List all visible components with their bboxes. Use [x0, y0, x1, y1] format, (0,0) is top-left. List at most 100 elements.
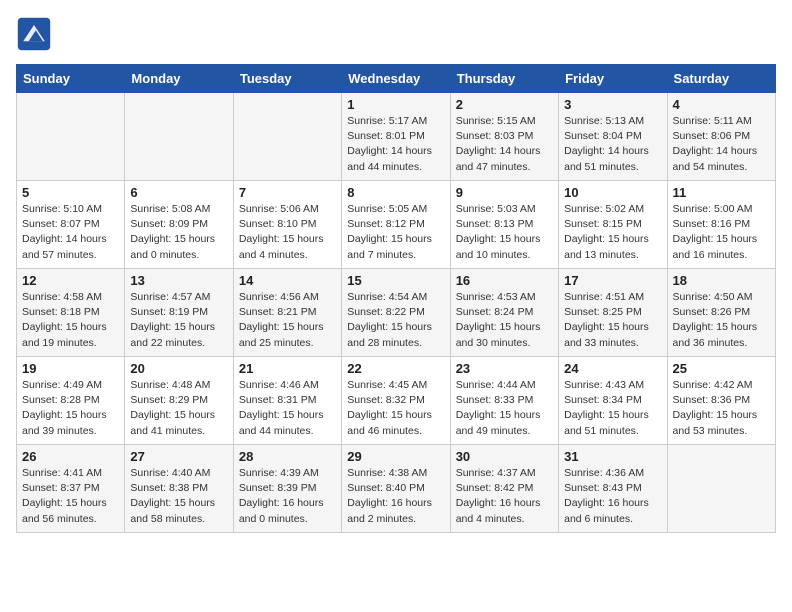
calendar-cell: 24 Sunrise: 4:43 AM Sunset: 8:34 PM Dayli… — [559, 357, 667, 445]
weekday-header: Wednesday — [342, 65, 450, 93]
day-number: 6 — [130, 185, 227, 200]
day-number: 24 — [564, 361, 661, 376]
day-info: Sunrise: 4:48 AM Sunset: 8:29 PM Dayligh… — [130, 378, 227, 439]
day-number: 26 — [22, 449, 119, 464]
calendar-cell: 16 Sunrise: 4:53 AM Sunset: 8:24 PM Dayli… — [450, 269, 558, 357]
day-info: Sunrise: 5:08 AM Sunset: 8:09 PM Dayligh… — [130, 202, 227, 263]
weekday-header: Tuesday — [233, 65, 341, 93]
calendar-cell — [17, 93, 125, 181]
calendar-cell: 10Sunrise: 5:02 AM Sunset: 8:15 PM Dayli… — [559, 181, 667, 269]
day-info: Sunrise: 5:17 AM Sunset: 8:01 PM Dayligh… — [347, 114, 444, 175]
weekday-header: Saturday — [667, 65, 775, 93]
calendar-cell: 17 Sunrise: 4:51 AM Sunset: 8:25 PM Dayli… — [559, 269, 667, 357]
weekday-header: Thursday — [450, 65, 558, 93]
calendar-week-row: 26 Sunrise: 4:41 AM Sunset: 8:37 PM Dayli… — [17, 445, 776, 533]
calendar-cell: 18 Sunrise: 4:50 AM Sunset: 8:26 PM Dayli… — [667, 269, 775, 357]
day-number: 23 — [456, 361, 553, 376]
day-info: Sunrise: 4:43 AM Sunset: 8:34 PM Dayligh… — [564, 378, 661, 439]
day-number: 31 — [564, 449, 661, 464]
day-number: 18 — [673, 273, 770, 288]
calendar-cell: 13 Sunrise: 4:57 AM Sunset: 8:19 PM Dayli… — [125, 269, 233, 357]
day-number: 16 — [456, 273, 553, 288]
day-info: Sunrise: 4:39 AM Sunset: 8:39 PM Dayligh… — [239, 466, 336, 527]
day-number: 21 — [239, 361, 336, 376]
day-info: Sunrise: 5:15 AM Sunset: 8:03 PM Dayligh… — [456, 114, 553, 175]
day-info: Sunrise: 4:42 AM Sunset: 8:36 PM Dayligh… — [673, 378, 770, 439]
day-info: Sunrise: 4:53 AM Sunset: 8:24 PM Dayligh… — [456, 290, 553, 351]
day-number: 9 — [456, 185, 553, 200]
calendar-cell: 27Sunrise: 4:40 AM Sunset: 8:38 PM Dayli… — [125, 445, 233, 533]
calendar-cell: 23 Sunrise: 4:44 AM Sunset: 8:33 PM Dayli… — [450, 357, 558, 445]
day-info: Sunrise: 4:51 AM Sunset: 8:25 PM Dayligh… — [564, 290, 661, 351]
day-number: 14 — [239, 273, 336, 288]
calendar-cell: 5 Sunrise: 5:10 AM Sunset: 8:07 PM Daylig… — [17, 181, 125, 269]
calendar-cell: 25 Sunrise: 4:42 AM Sunset: 8:36 PM Dayli… — [667, 357, 775, 445]
day-number: 11 — [673, 185, 770, 200]
calendar-cell: 28 Sunrise: 4:39 AM Sunset: 8:39 PM Dayli… — [233, 445, 341, 533]
day-number: 22 — [347, 361, 444, 376]
day-info: Sunrise: 4:50 AM Sunset: 8:26 PM Dayligh… — [673, 290, 770, 351]
calendar-week-row: 12 Sunrise: 4:58 AM Sunset: 8:18 PM Dayli… — [17, 269, 776, 357]
calendar-cell: 19Sunrise: 4:49 AM Sunset: 8:28 PM Dayli… — [17, 357, 125, 445]
calendar-cell: 26 Sunrise: 4:41 AM Sunset: 8:37 PM Dayli… — [17, 445, 125, 533]
weekday-header-row: SundayMondayTuesdayWednesdayThursdayFrid… — [17, 65, 776, 93]
calendar-cell: 9Sunrise: 5:03 AM Sunset: 8:13 PM Daylig… — [450, 181, 558, 269]
page-header — [16, 16, 776, 52]
day-number: 20 — [130, 361, 227, 376]
day-number: 4 — [673, 97, 770, 112]
day-info: Sunrise: 5:00 AM Sunset: 8:16 PM Dayligh… — [673, 202, 770, 263]
calendar-cell: 31 Sunrise: 4:36 AM Sunset: 8:43 PM Dayli… — [559, 445, 667, 533]
calendar-cell: 12 Sunrise: 4:58 AM Sunset: 8:18 PM Dayli… — [17, 269, 125, 357]
day-info: Sunrise: 4:41 AM Sunset: 8:37 PM Dayligh… — [22, 466, 119, 527]
calendar-cell: 6 Sunrise: 5:08 AM Sunset: 8:09 PM Daylig… — [125, 181, 233, 269]
day-info: Sunrise: 4:44 AM Sunset: 8:33 PM Dayligh… — [456, 378, 553, 439]
calendar-cell: 7 Sunrise: 5:06 AM Sunset: 8:10 PM Daylig… — [233, 181, 341, 269]
day-info: Sunrise: 5:06 AM Sunset: 8:10 PM Dayligh… — [239, 202, 336, 263]
day-info: Sunrise: 4:57 AM Sunset: 8:19 PM Dayligh… — [130, 290, 227, 351]
day-number: 7 — [239, 185, 336, 200]
day-info: Sunrise: 5:13 AM Sunset: 8:04 PM Dayligh… — [564, 114, 661, 175]
calendar-cell: 8 Sunrise: 5:05 AM Sunset: 8:12 PM Daylig… — [342, 181, 450, 269]
day-number: 8 — [347, 185, 444, 200]
calendar-cell: 14Sunrise: 4:56 AM Sunset: 8:21 PM Dayli… — [233, 269, 341, 357]
calendar-cell: 30 Sunrise: 4:37 AM Sunset: 8:42 PM Dayli… — [450, 445, 558, 533]
calendar-cell: 2Sunrise: 5:15 AM Sunset: 8:03 PM Daylig… — [450, 93, 558, 181]
day-info: Sunrise: 4:38 AM Sunset: 8:40 PM Dayligh… — [347, 466, 444, 527]
day-number: 28 — [239, 449, 336, 464]
logo — [16, 16, 56, 52]
weekday-header: Friday — [559, 65, 667, 93]
day-number: 30 — [456, 449, 553, 464]
calendar-table: SundayMondayTuesdayWednesdayThursdayFrid… — [16, 64, 776, 533]
day-info: Sunrise: 4:37 AM Sunset: 8:42 PM Dayligh… — [456, 466, 553, 527]
calendar-cell: 20 Sunrise: 4:48 AM Sunset: 8:29 PM Dayli… — [125, 357, 233, 445]
calendar-cell: 4 Sunrise: 5:11 AM Sunset: 8:06 PM Daylig… — [667, 93, 775, 181]
calendar-cell — [667, 445, 775, 533]
day-info: Sunrise: 4:45 AM Sunset: 8:32 PM Dayligh… — [347, 378, 444, 439]
day-info: Sunrise: 5:05 AM Sunset: 8:12 PM Dayligh… — [347, 202, 444, 263]
day-number: 1 — [347, 97, 444, 112]
day-number: 5 — [22, 185, 119, 200]
weekday-header: Sunday — [17, 65, 125, 93]
calendar-week-row: 5 Sunrise: 5:10 AM Sunset: 8:07 PM Daylig… — [17, 181, 776, 269]
day-number: 19 — [22, 361, 119, 376]
day-info: Sunrise: 5:11 AM Sunset: 8:06 PM Dayligh… — [673, 114, 770, 175]
calendar-week-row: 1 Sunrise: 5:17 AM Sunset: 8:01 PM Daylig… — [17, 93, 776, 181]
calendar-week-row: 19Sunrise: 4:49 AM Sunset: 8:28 PM Dayli… — [17, 357, 776, 445]
day-info: Sunrise: 5:02 AM Sunset: 8:15 PM Dayligh… — [564, 202, 661, 263]
logo-icon — [16, 16, 52, 52]
calendar-cell: 21 Sunrise: 4:46 AM Sunset: 8:31 PM Dayli… — [233, 357, 341, 445]
day-info: Sunrise: 4:36 AM Sunset: 8:43 PM Dayligh… — [564, 466, 661, 527]
day-number: 25 — [673, 361, 770, 376]
day-info: Sunrise: 4:46 AM Sunset: 8:31 PM Dayligh… — [239, 378, 336, 439]
day-number: 17 — [564, 273, 661, 288]
calendar-cell: 11 Sunrise: 5:00 AM Sunset: 8:16 PM Dayli… — [667, 181, 775, 269]
calendar-cell: 29 Sunrise: 4:38 AM Sunset: 8:40 PM Dayli… — [342, 445, 450, 533]
day-info: Sunrise: 4:54 AM Sunset: 8:22 PM Dayligh… — [347, 290, 444, 351]
day-number: 12 — [22, 273, 119, 288]
day-number: 29 — [347, 449, 444, 464]
day-number: 15 — [347, 273, 444, 288]
day-number: 13 — [130, 273, 227, 288]
day-info: Sunrise: 5:10 AM Sunset: 8:07 PM Dayligh… — [22, 202, 119, 263]
day-info: Sunrise: 4:58 AM Sunset: 8:18 PM Dayligh… — [22, 290, 119, 351]
day-number: 27 — [130, 449, 227, 464]
